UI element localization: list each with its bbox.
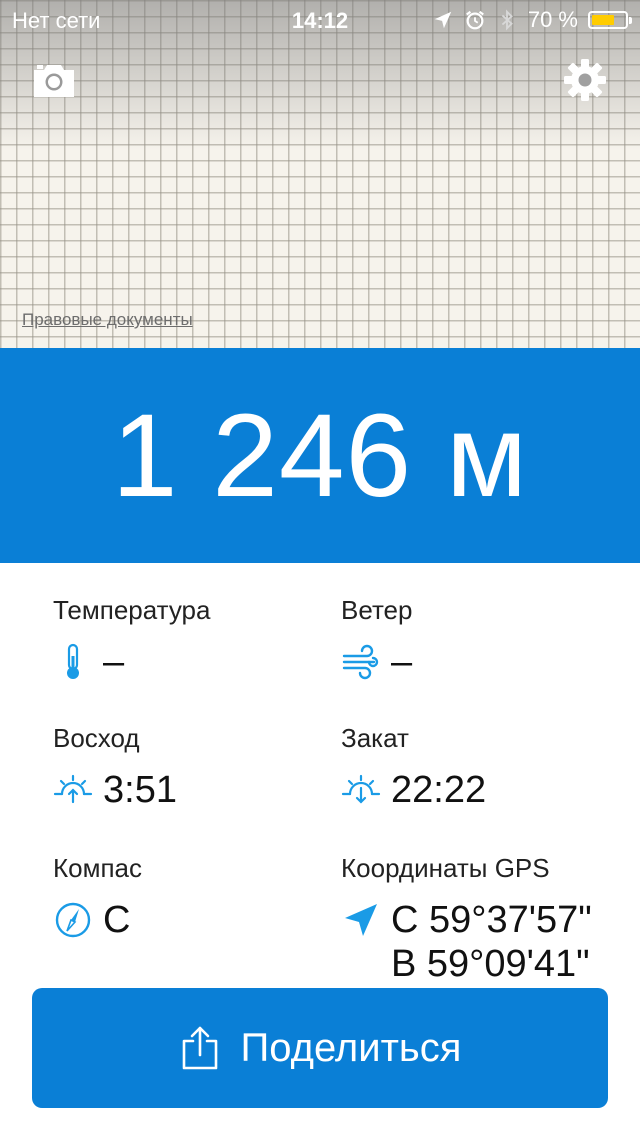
wind-label: Ветер xyxy=(341,595,413,625)
bluetooth-icon xyxy=(501,9,513,31)
temperature-value: – xyxy=(103,641,125,683)
sunrise-label: Восход xyxy=(53,723,140,753)
gps-longitude: В 59°09'41" xyxy=(391,943,590,985)
battery-percent: 70 % xyxy=(527,7,578,32)
location-arrow-icon xyxy=(345,904,377,936)
alarm-icon xyxy=(465,10,484,30)
wind-value: – xyxy=(391,641,413,683)
legal-documents-link[interactable]: Правовые документы xyxy=(22,310,193,330)
sunrise-value: 3:51 xyxy=(103,769,177,811)
battery-icon xyxy=(588,11,632,29)
wind-icon xyxy=(342,644,379,680)
location-arrow-icon xyxy=(434,11,452,29)
altitude-value: 1 246 м xyxy=(111,389,529,522)
sunset-label: Закат xyxy=(341,723,409,753)
wind-cell: Ветер – xyxy=(341,595,412,684)
map-view[interactable] xyxy=(0,0,640,348)
sunrise-cell: Восход 3:51 xyxy=(53,723,177,812)
battery-fill xyxy=(592,15,615,25)
sunset-icon xyxy=(341,774,381,804)
compass-icon xyxy=(55,902,91,938)
camera-icon[interactable] xyxy=(30,60,78,100)
status-right-group: 70 % xyxy=(432,7,632,33)
compass-value: С xyxy=(103,899,131,941)
sunrise-icon xyxy=(53,774,93,804)
gps-latitude: С 59°37'57" xyxy=(391,899,592,941)
share-icon xyxy=(182,1026,217,1070)
status-bar: Нет сети 14:12 70 % xyxy=(0,0,640,40)
share-button[interactable]: Поделиться xyxy=(32,988,608,1108)
gps-label: Координаты GPS xyxy=(341,853,550,883)
gear-icon[interactable] xyxy=(563,58,607,102)
thermometer-icon xyxy=(67,643,79,679)
compass-cell: Компас С xyxy=(53,853,142,942)
compass-label: Компас xyxy=(53,853,143,883)
sunset-value: 22:22 xyxy=(391,769,487,811)
altitude-banner: 1 246 м xyxy=(0,348,640,563)
battery-nub xyxy=(629,17,632,24)
temperature-cell: Температура – xyxy=(53,595,210,684)
temperature-label: Температура xyxy=(53,595,211,625)
gps-cell: Координаты GPS С 59°37'57" В 59°09'41" xyxy=(341,853,592,986)
share-label: Поделиться xyxy=(240,1025,462,1070)
sunset-cell: Закат 22:22 xyxy=(341,723,486,812)
